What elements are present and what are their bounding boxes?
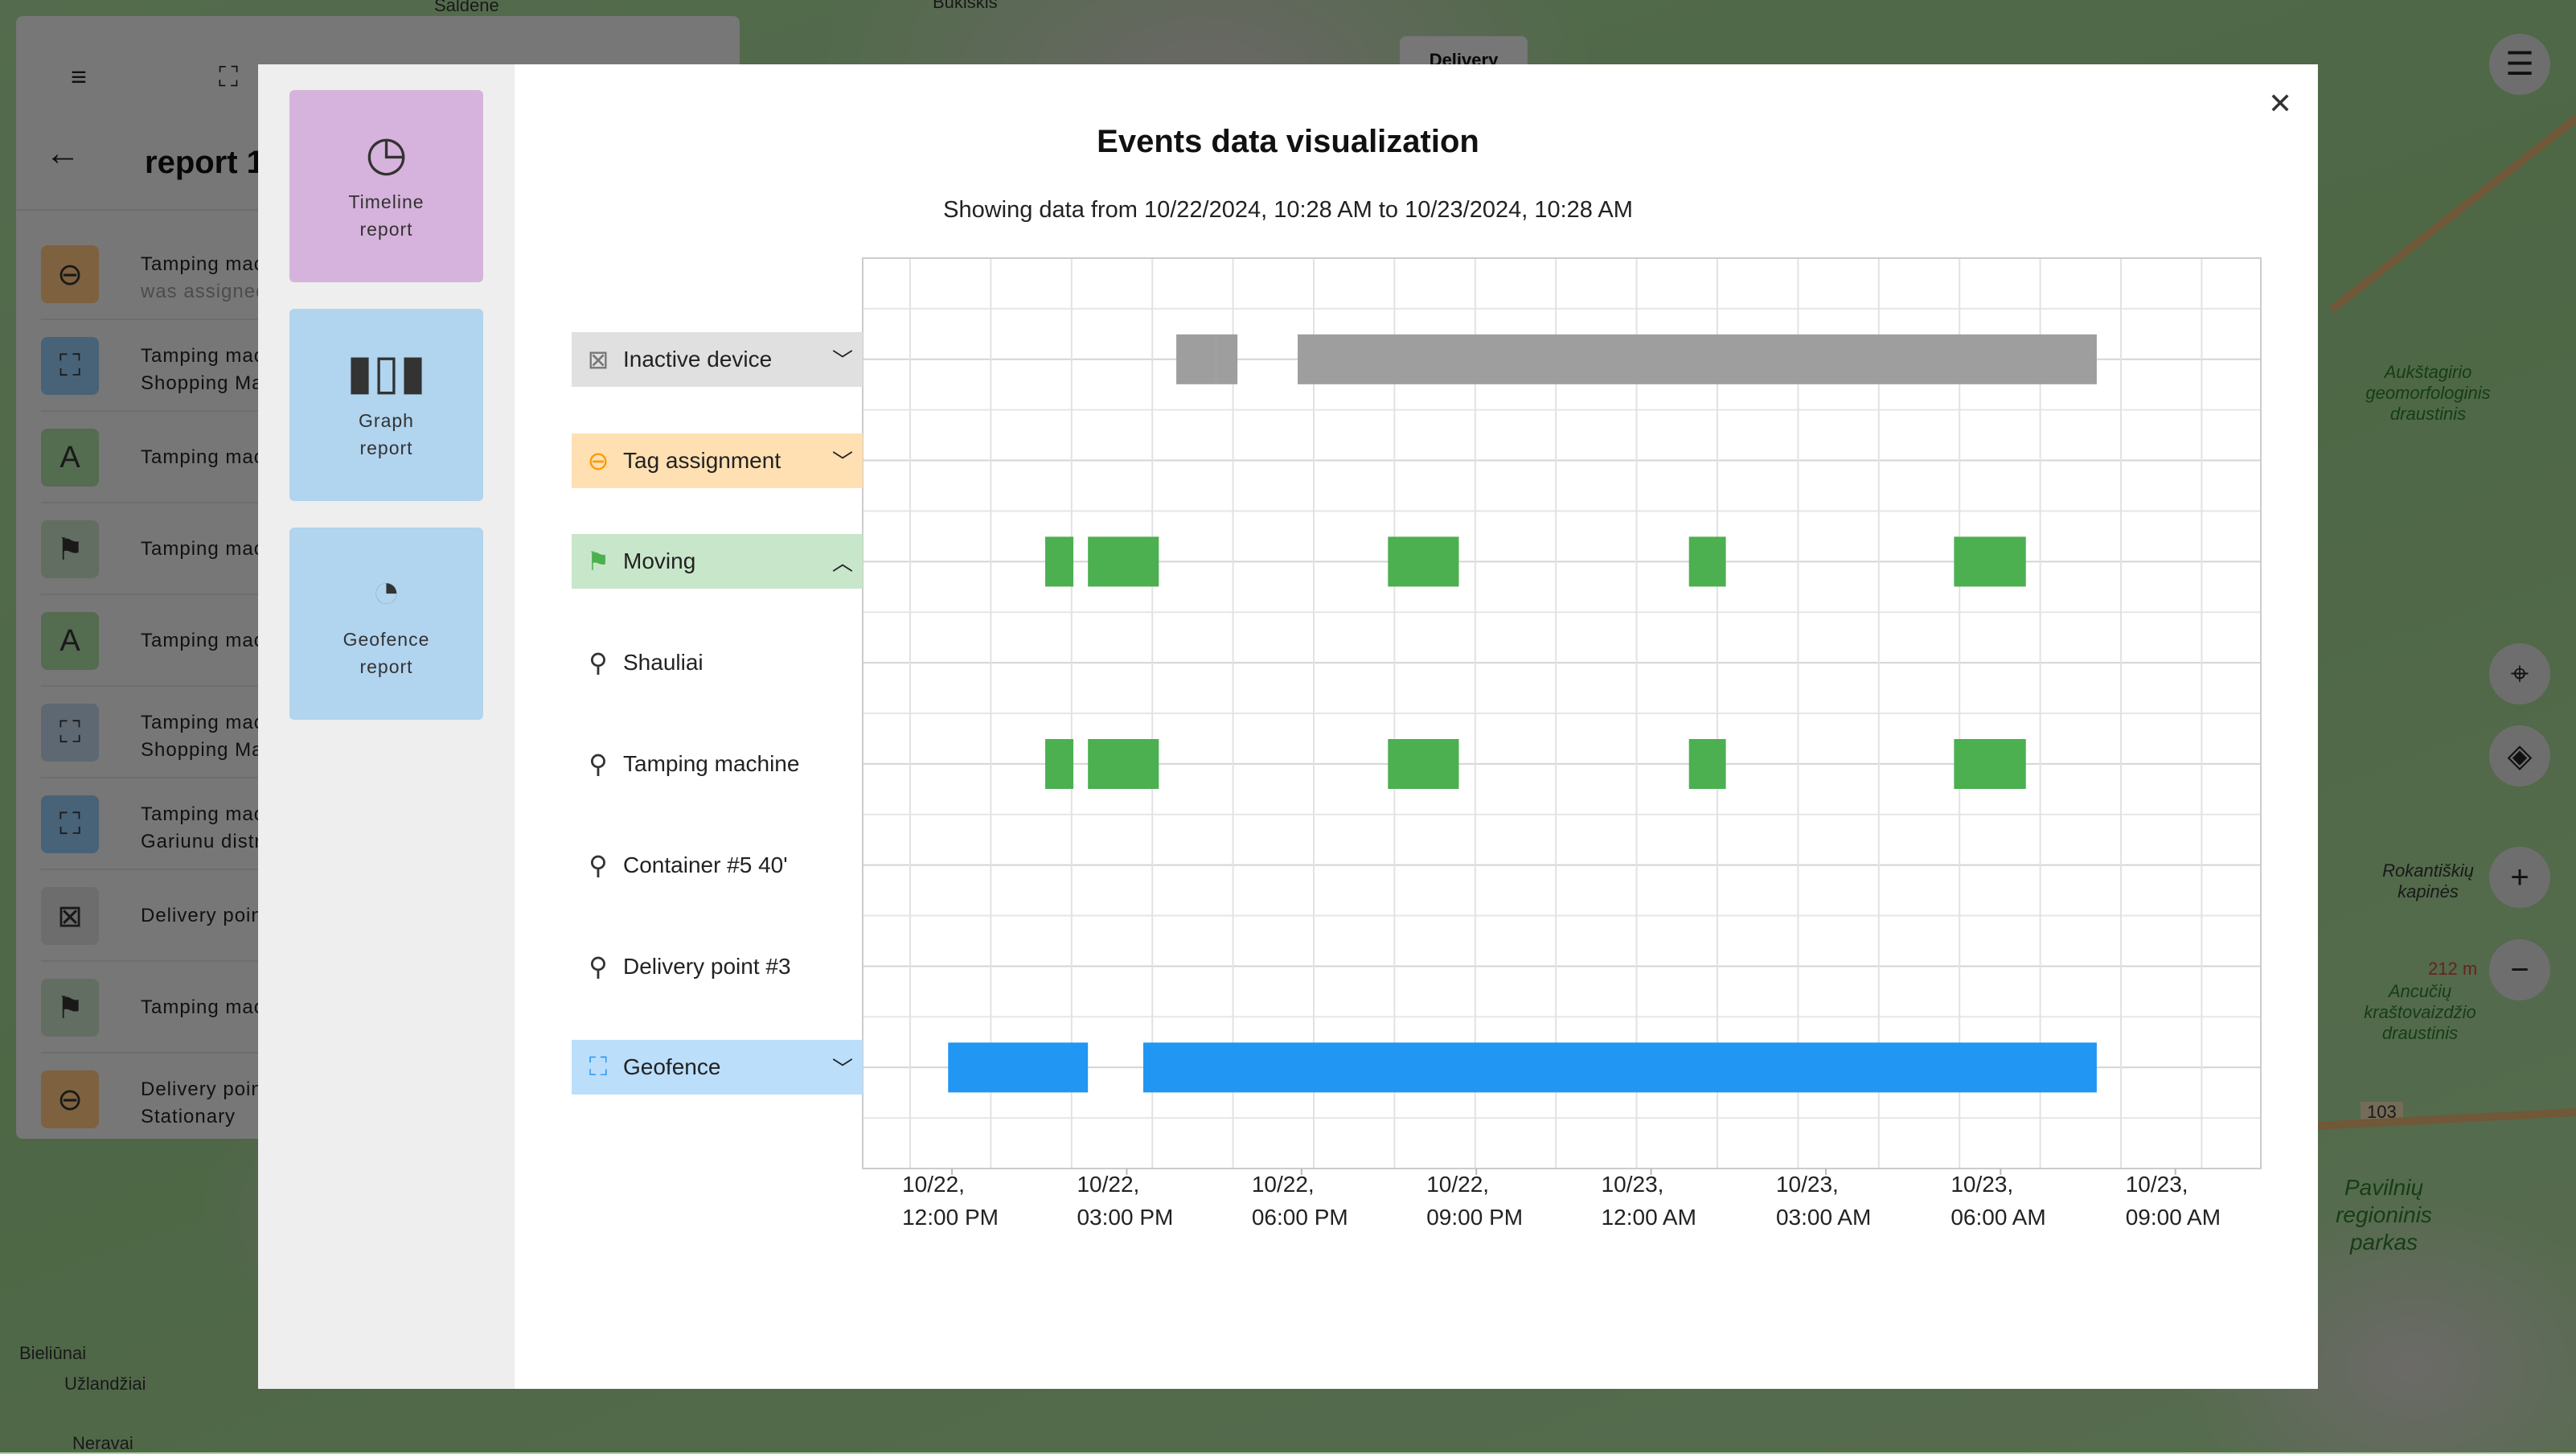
- chevron-down-icon[interactable]: ﹀: [822, 446, 863, 475]
- row-label-text: Delivery point #3: [623, 953, 791, 979]
- tick-date: 10/23,: [1775, 1172, 1839, 1197]
- x-tick-label: 10/22, 03:00 PM: [1077, 1168, 1173, 1234]
- event-bar: [1045, 739, 1074, 789]
- chevron-up-icon[interactable]: ︿: [822, 547, 863, 577]
- location-pin-icon: ⚲: [589, 850, 608, 880]
- tick-date: 10/23,: [1601, 1172, 1664, 1197]
- inactive-device-icon: ⊠: [587, 344, 609, 374]
- row-label-text: Container #5 40': [623, 852, 788, 877]
- row-label-text: Inactive device: [623, 346, 773, 372]
- timeline-chart: [862, 257, 2262, 1175]
- tick-date: 10/22,: [1426, 1172, 1490, 1197]
- x-tick-label: 10/22, 12:00 PM: [902, 1168, 999, 1234]
- x-tick-label: 10/22, 06:00 PM: [1252, 1168, 1348, 1234]
- row-label: ⚲ Shauliai: [572, 635, 863, 690]
- event-bar: [1954, 536, 2026, 587]
- row-label: ⚲ Container #5 40': [572, 838, 863, 893]
- row-label-text: Tag assignment: [623, 447, 781, 473]
- row-label: ⚲ Delivery point #3: [572, 939, 863, 994]
- event-bar: [1388, 739, 1459, 789]
- tick-date: 10/23,: [1950, 1172, 2014, 1197]
- chevron-down-icon[interactable]: ﹀: [822, 1053, 863, 1082]
- location-pin-icon: ⚲: [589, 951, 608, 981]
- row-label-text: Moving: [623, 548, 696, 574]
- row-label[interactable]: ⊠ Inactive device ﹀: [572, 331, 863, 387]
- tick-time: 06:00 PM: [1251, 1205, 1348, 1230]
- row-label[interactable]: ⚑ Moving ︿: [572, 534, 863, 589]
- event-bar: [1176, 334, 1216, 384]
- tick-time: 03:00 PM: [1077, 1205, 1174, 1230]
- event-bar: [1216, 334, 1238, 384]
- tick-time: 09:00 PM: [1426, 1205, 1524, 1230]
- event-bar: [1088, 739, 1159, 789]
- tick-date: 10/22,: [1077, 1172, 1140, 1197]
- x-tick-label: 10/22, 09:00 PM: [1426, 1168, 1523, 1234]
- row-label[interactable]: ⊖ Tag assignment ﹀: [572, 433, 863, 488]
- event-bar: [1688, 536, 1726, 587]
- event-bar: [1388, 536, 1459, 587]
- location-pin-icon: ⚲: [589, 750, 608, 778]
- x-tick-label: 10/23, 06:00 AM: [1950, 1168, 2045, 1234]
- chevron-down-icon[interactable]: ﹀: [822, 344, 863, 374]
- row-label-text: Geofence: [623, 1054, 721, 1080]
- row-label-text: Shauliai: [623, 650, 703, 676]
- event-bar: [948, 1042, 1089, 1093]
- event-bar: [1045, 536, 1074, 587]
- geofence-icon: ⛶: [589, 1052, 608, 1082]
- tick-time: 06:00 AM: [1950, 1205, 2046, 1230]
- x-tick-label: 10/23, 03:00 AM: [1776, 1168, 1871, 1234]
- event-bar: [1688, 739, 1726, 789]
- x-tick-label: 10/23, 09:00 AM: [2126, 1168, 2221, 1234]
- x-tick-label: 10/23, 12:00 AM: [1602, 1168, 1696, 1234]
- location-pin-icon: ⚲: [589, 648, 608, 678]
- row-label-text: Tamping machine: [623, 751, 800, 776]
- tick-date: 10/22,: [1251, 1172, 1315, 1197]
- tick-time: 12:00 PM: [902, 1205, 999, 1230]
- tick-time: 12:00 AM: [1601, 1205, 1696, 1230]
- tick-date: 10/22,: [902, 1172, 965, 1197]
- event-bar: [1298, 334, 2097, 384]
- event-bar: [1143, 1042, 2097, 1093]
- row-label[interactable]: ⛶ Geofence ﹀: [572, 1040, 863, 1095]
- tick-time: 09:00 AM: [2125, 1205, 2221, 1230]
- tick-time: 03:00 AM: [1775, 1205, 1872, 1230]
- tick-date: 10/23,: [2125, 1172, 2188, 1197]
- row-label: ⚲ Tamping machine: [572, 737, 863, 791]
- tag-link-icon: ⊖: [587, 446, 609, 475]
- event-bar: [1954, 739, 2026, 789]
- event-bar: [1088, 536, 1159, 587]
- moving-flag-icon: ⚑: [586, 547, 610, 577]
